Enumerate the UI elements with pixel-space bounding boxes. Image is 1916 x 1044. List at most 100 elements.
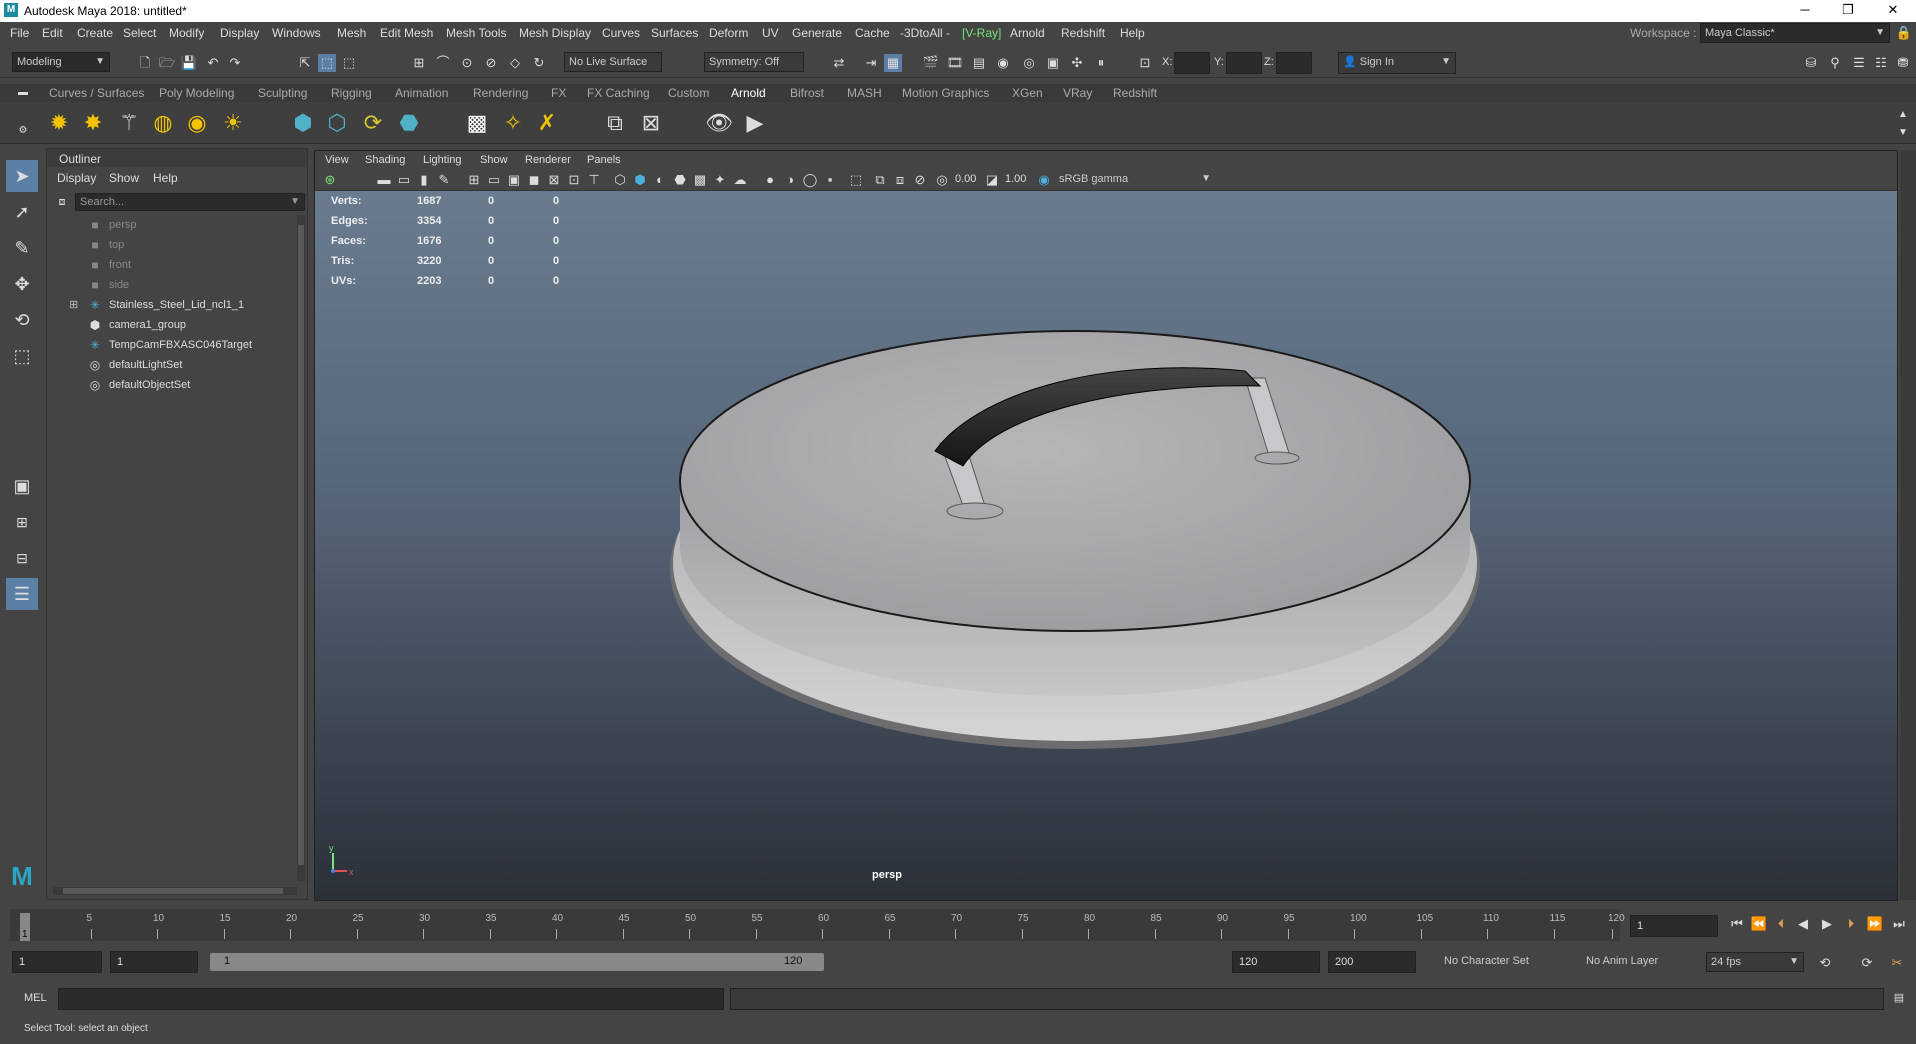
tab-fx[interactable]: FX: [551, 86, 566, 100]
symmetry-dropdown[interactable]: Symmetry: Off: [704, 52, 804, 72]
paint-select-tool-icon[interactable]: ✎: [6, 232, 38, 264]
menu-curves[interactable]: Curves: [602, 26, 640, 40]
ipr-render-icon[interactable]: 🎞: [946, 54, 964, 72]
menu-surfaces[interactable]: Surfaces: [651, 26, 698, 40]
single-perspective-layout-icon[interactable]: ▣: [6, 470, 38, 502]
persp-outliner-layout-icon[interactable]: ⊟: [6, 542, 38, 574]
snap-view-plane-icon[interactable]: ⊘: [482, 54, 500, 72]
tab-arnold[interactable]: Arnold: [731, 86, 766, 100]
select-tool-icon[interactable]: ➤: [6, 160, 38, 192]
time-slider[interactable]: 1 5 10 15 20 25 30 35 40 45 50 55 60 65 70 75 80 85 90 95 1…: [0, 905, 1916, 945]
scrollbar-thumb[interactable]: [63, 888, 283, 894]
outliner-item-tempcam-target[interactable]: ✳ TempCamFBXASC046Target: [69, 337, 299, 355]
go-to-start-icon[interactable]: ⏮: [1728, 915, 1746, 933]
step-forward-key-icon[interactable]: ⏵: [1842, 915, 1860, 933]
snap-surface-icon[interactable]: ◇: [506, 54, 524, 72]
minimize-button[interactable]: ─: [1797, 2, 1813, 17]
menu-mesh[interactable]: Mesh: [337, 26, 366, 40]
tab-vray[interactable]: VRay: [1063, 86, 1092, 100]
create-standin-icon[interactable]: ⬢: [288, 108, 318, 138]
area-light-icon[interactable]: ✹: [44, 108, 74, 138]
outliner-menu-help[interactable]: Help: [153, 171, 178, 185]
go-to-end-icon[interactable]: ⏭: [1890, 915, 1908, 933]
tx-manager-icon[interactable]: ▩: [462, 108, 492, 138]
x-field[interactable]: [1174, 52, 1210, 74]
four-view-layout-icon[interactable]: ⊞: [6, 506, 38, 538]
menu-3dtoall[interactable]: -3DtoAll -: [900, 26, 950, 40]
outliner-item-stainless-steel-lid[interactable]: ⊞ ✳ Stainless_Steel_Lid_ncl1_1: [69, 297, 299, 315]
move-tool-icon[interactable]: ✥: [6, 268, 38, 300]
outliner-item-camera1-group[interactable]: ⬢ camera1_group: [69, 317, 299, 335]
tool-settings-icon[interactable]: ☰: [1850, 54, 1868, 72]
outliner-item-side[interactable]: ■ side: [69, 277, 299, 295]
tab-animation[interactable]: Animation: [395, 86, 448, 100]
menu-edit-mesh[interactable]: Edit Mesh: [380, 26, 433, 40]
play-forwards-icon[interactable]: ▶: [1818, 915, 1836, 933]
export-standin-icon[interactable]: ⬣: [394, 108, 424, 138]
shelf-scroll-up-icon[interactable]: ▲: [1894, 106, 1912, 124]
mel-label[interactable]: MEL: [24, 992, 47, 1004]
outliner-menu-display[interactable]: Display: [57, 171, 96, 185]
fps-dropdown[interactable]: 24 fps ▼: [1706, 952, 1804, 972]
anim-layer-dropdown[interactable]: No Anim Layer: [1582, 952, 1682, 972]
channel-box-icon[interactable]: ☷: [1872, 54, 1890, 72]
tab-mash[interactable]: MASH: [847, 86, 882, 100]
play-backwards-icon[interactable]: ◀: [1794, 915, 1812, 933]
menu-arnold[interactable]: Arnold: [1010, 26, 1045, 40]
outliner-item-default-object-set[interactable]: ◎ defaultObjectSet: [69, 377, 299, 395]
photometric-light-icon[interactable]: ⚚: [114, 108, 144, 138]
rotate-tool-icon[interactable]: ⟲: [6, 304, 38, 336]
menu-uv[interactable]: UV: [762, 26, 779, 40]
tab-curves-surfaces[interactable]: Curves / Surfaces: [49, 86, 144, 100]
transform-fields-icon[interactable]: ⊡: [1136, 54, 1154, 72]
light-portal-icon[interactable]: ◉: [182, 108, 212, 138]
render-view-icon[interactable]: ▤: [970, 54, 988, 72]
shelf-scroll-down-icon[interactable]: ▼: [1894, 124, 1912, 142]
tab-sculpting[interactable]: Sculpting: [258, 86, 307, 100]
snap-together-icon[interactable]: ✣: [1068, 54, 1086, 72]
outliner-menu-show[interactable]: Show: [109, 171, 139, 185]
menu-help[interactable]: Help: [1120, 26, 1145, 40]
undo-icon[interactable]: ↶: [204, 54, 222, 72]
outliner-item-default-light-set[interactable]: ◎ defaultLightSet: [69, 357, 299, 375]
physical-sky-icon[interactable]: ☀: [218, 108, 248, 138]
restore-button[interactable]: ❐: [1840, 2, 1856, 18]
construction-history-icon[interactable]: ⇄: [830, 54, 848, 72]
outliner-vertical-scrollbar[interactable]: [297, 215, 305, 881]
menu-windows[interactable]: Windows: [272, 26, 321, 40]
redo-icon[interactable]: ↷: [226, 54, 244, 72]
current-frame-field[interactable]: 1: [1630, 915, 1718, 937]
close-button[interactable]: ✕: [1885, 2, 1901, 18]
modeling-toolkit-icon[interactable]: ⛁: [1802, 54, 1820, 72]
menu-select[interactable]: Select: [123, 26, 156, 40]
auto-key-icon[interactable]: ⟳: [1858, 954, 1876, 972]
menu-set-dropdown[interactable]: Modeling ▼: [12, 52, 110, 72]
playback-end-field[interactable]: 120: [1232, 951, 1320, 973]
render-view-eye-icon[interactable]: 👁: [704, 108, 734, 138]
menu-mesh-display[interactable]: Mesh Display: [519, 26, 591, 40]
step-back-frame-icon[interactable]: ⏪: [1750, 915, 1768, 933]
tab-motion-graphics[interactable]: Motion Graphics: [902, 86, 989, 100]
z-field[interactable]: [1276, 52, 1312, 74]
lid-model[interactable]: [315, 151, 1897, 900]
expand-icon[interactable]: ⊞: [69, 298, 78, 311]
select-by-component-icon[interactable]: ⬚: [340, 54, 358, 72]
sign-in-dropdown[interactable]: 👤 Sign In ▼: [1338, 52, 1456, 74]
step-forward-frame-icon[interactable]: ⏩: [1866, 915, 1884, 933]
time-slider-track[interactable]: [10, 909, 1620, 941]
playback-start-field[interactable]: 1: [110, 951, 198, 973]
layer-editor-icon[interactable]: ⛃: [1894, 54, 1912, 72]
tab-custom[interactable]: Custom: [668, 86, 709, 100]
mel-command-input[interactable]: [58, 988, 724, 1010]
menu-modify[interactable]: Modify: [169, 26, 204, 40]
render-settings-icon[interactable]: ▦: [884, 54, 902, 72]
range-slider[interactable]: 1 120: [210, 953, 824, 971]
menu-display[interactable]: Display: [220, 26, 259, 40]
menu-vray[interactable]: [V-Ray]: [962, 26, 1001, 40]
snap-curve-icon[interactable]: ⌒: [434, 54, 452, 72]
flush-all-caches-icon[interactable]: ✗: [532, 108, 562, 138]
outliner-horizontal-scrollbar[interactable]: [53, 887, 297, 895]
filter-icon[interactable]: ⧈: [53, 193, 71, 211]
render-current-frame-icon[interactable]: 🎬: [922, 54, 940, 72]
workspace-dropdown[interactable]: Maya Classic* ▼: [1700, 23, 1890, 43]
